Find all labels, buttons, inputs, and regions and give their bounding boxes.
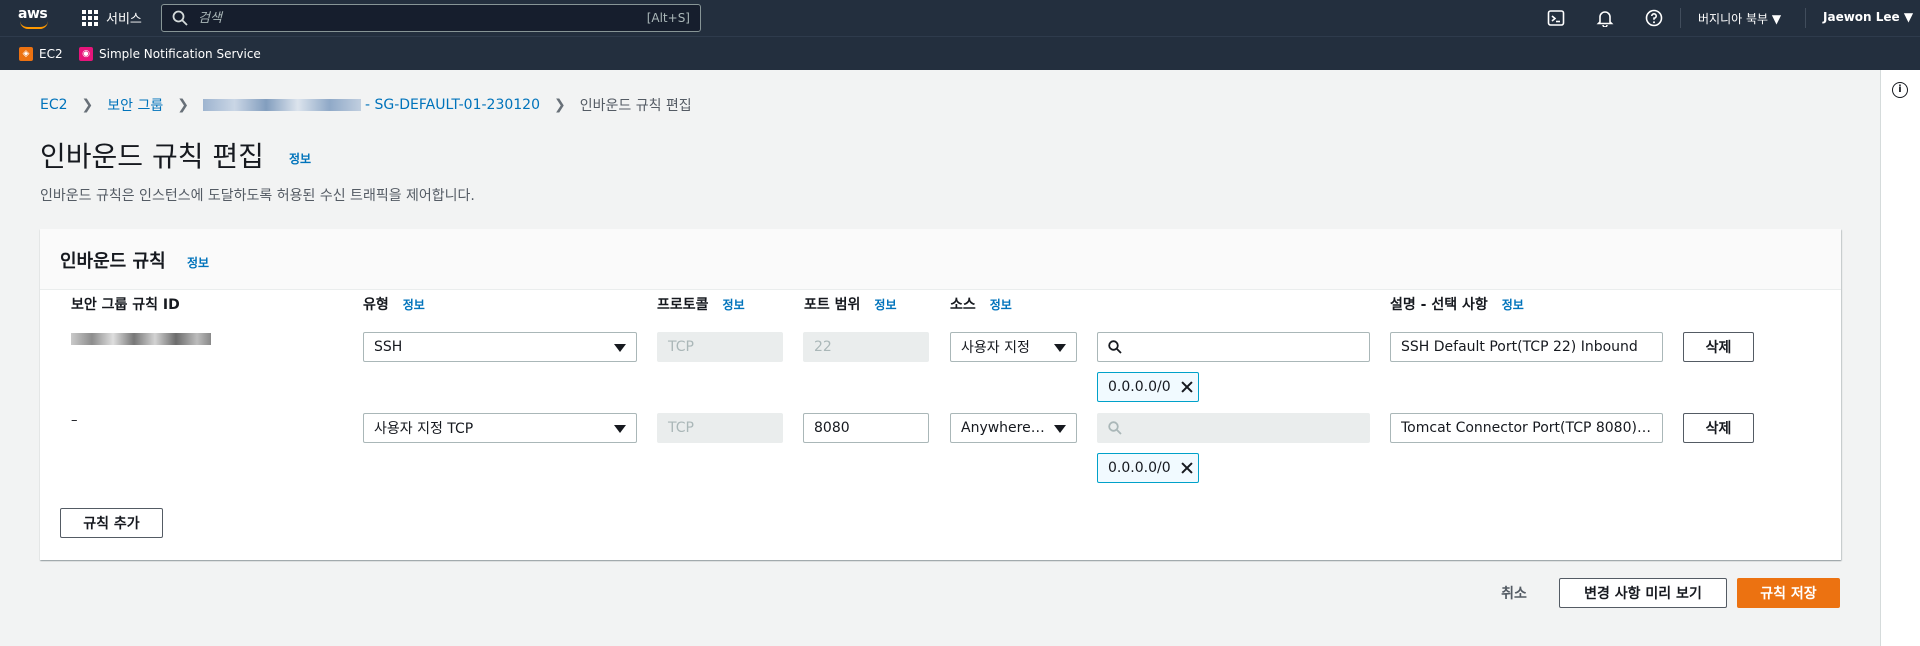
favorite-ec2[interactable]: ◈ EC2 [19,47,63,61]
rule-id-cell [71,333,211,349]
grid-icon [82,9,98,26]
source-select[interactable]: 사용자 지정 [950,332,1077,362]
column-header-type: 유형 정보 [363,296,425,313]
port-range-field: 22 [803,332,929,362]
help-panel-rail: i [1880,70,1920,646]
aws-smile-icon [20,21,48,29]
favorites-bar: ◈ EC2 ◉ Simple Notification Service [0,36,1920,70]
cancel-button[interactable]: 취소 [1488,578,1540,608]
search-input[interactable] [198,10,647,26]
aws-logo-text: aws [18,6,48,22]
column-header-description: 설명 - 선택 사항 정보 [1390,296,1524,313]
column-header-rule-id: 보안 그룹 규칙 ID [71,297,180,313]
redacted-text [71,333,211,345]
caret-down-icon [1054,425,1066,433]
type-select[interactable]: 사용자 지정 TCP [363,413,637,443]
search-icon [172,10,188,26]
ec2-icon: ◈ [19,47,33,61]
chevron-right-icon: ❯ [81,97,94,113]
protocol-field: TCP [657,332,783,362]
favorite-label: EC2 [39,47,63,61]
help-icon[interactable] [1645,9,1663,27]
breadcrumb: EC2 ❯ 보안 그룹 ❯ - SG-DEFAULT-01-230120 ❯ 인… [40,95,692,115]
port-range-input[interactable]: 8080 [803,413,929,443]
caret-down-icon [1054,344,1066,352]
search-shortcut-hint: [Alt+S] [646,11,690,25]
nav-divider [1680,8,1681,28]
favorite-sns[interactable]: ◉ Simple Notification Service [79,47,261,61]
search-icon [1108,340,1122,354]
page-title: 인바운드 규칙 편집 [40,140,264,173]
sns-icon: ◉ [79,47,93,61]
source-select[interactable]: Anywhere-I... [950,413,1077,443]
column-header-source: 소스 정보 [950,296,1012,313]
info-link[interactable]: 정보 [403,296,425,313]
rule-id-cell: – [71,413,78,428]
breadcrumb-current: 인바운드 규칙 편집 [579,98,692,114]
chevron-right-icon: ❯ [554,97,566,113]
caret-down-icon [614,425,626,433]
close-icon[interactable] [1181,462,1188,474]
breadcrumb-ec2[interactable]: EC2 [40,97,68,113]
favorite-label: Simple Notification Service [99,47,261,61]
nav-divider [1805,8,1806,28]
services-menu-button[interactable]: 서비스 [82,8,142,27]
protocol-field: TCP [657,413,783,443]
cidr-token: 0.0.0.0/0 [1097,372,1199,402]
redacted-text [202,99,361,111]
cidr-token: 0.0.0.0/0 [1097,453,1199,483]
inbound-rules-panel: 인바운드 규칙 정보 [40,229,1841,560]
close-icon[interactable] [1181,381,1188,393]
breadcrumb-security-groups[interactable]: 보안 그룹 [107,95,163,115]
panel-info-link[interactable]: 정보 [187,254,209,271]
breadcrumb-security-group[interactable]: - SG-DEFAULT-01-230120 [202,97,540,113]
info-link[interactable]: 정보 [874,296,896,313]
breadcrumb-sg-name: - SG-DEFAULT-01-230120 [364,97,540,113]
info-link[interactable]: 정보 [990,296,1012,313]
search-icon [1108,421,1122,435]
cloudshell-icon[interactable] [1547,9,1565,27]
top-navigation: aws 서비스 [Alt+S] 버지니아 북부 ▼ Jaewon Lee ▼ [0,0,1920,36]
services-label: 서비스 [106,12,142,27]
description-input[interactable]: SSH Default Port(TCP 22) Inbound [1390,332,1663,362]
description-input[interactable]: Tomcat Connector Port(TCP 8080) Inbo [1390,413,1663,443]
preview-changes-button[interactable]: 변경 사항 미리 보기 [1559,578,1727,608]
page-description: 인바운드 규칙은 인스턴스에 도달하도록 허용된 수신 트래픽을 제어합니다. [40,188,475,204]
bell-icon[interactable] [1596,9,1614,27]
delete-rule-button[interactable]: 삭제 [1683,413,1754,443]
caret-down-icon [614,344,626,352]
info-panel-icon[interactable]: i [1892,82,1908,98]
info-link[interactable]: 정보 [723,296,745,313]
cidr-search-input[interactable] [1097,332,1370,362]
cidr-search-input [1097,413,1370,443]
panel-title: 인바운드 규칙 [60,251,166,272]
column-header-protocol: 프로토콜 정보 [657,296,745,313]
info-link[interactable]: 정보 [1502,296,1524,313]
account-menu[interactable]: Jaewon Lee ▼ [1823,10,1913,24]
global-search[interactable]: [Alt+S] [161,4,701,32]
chevron-right-icon: ❯ [177,97,189,113]
type-select[interactable]: SSH [363,332,637,362]
add-rule-button[interactable]: 규칙 추가 [60,508,163,538]
save-rules-button[interactable]: 규칙 저장 [1737,578,1840,608]
aws-logo[interactable]: aws [18,6,52,30]
page-info-link[interactable]: 정보 [289,150,311,167]
column-header-port-range: 포트 범위 정보 [804,296,897,313]
delete-rule-button[interactable]: 삭제 [1683,332,1754,362]
panel-header: 인바운드 규칙 정보 [40,229,1841,290]
region-selector[interactable]: 버지니아 북부 ▼ [1698,10,1781,27]
